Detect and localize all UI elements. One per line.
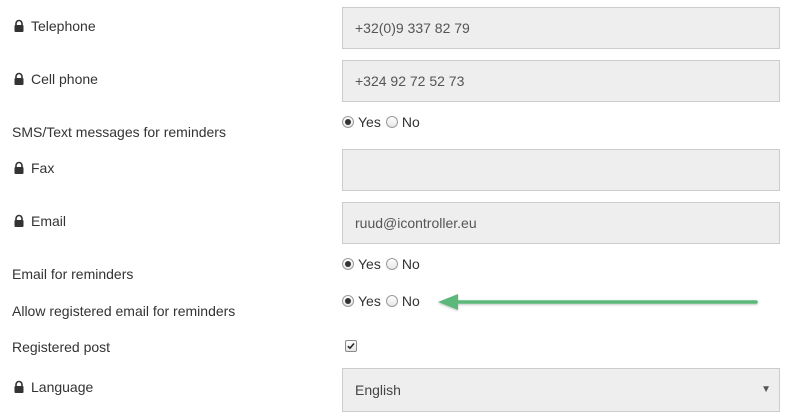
yes-option-label: Yes (358, 293, 381, 309)
lock-icon (14, 380, 24, 393)
registered-email-reminders-label: Allow registered email for reminders (12, 303, 235, 319)
fax-label-text: Fax (31, 160, 55, 176)
registered-post-label: Registered post (12, 339, 110, 355)
no-option-label: No (401, 256, 420, 272)
yes-option-label: Yes (358, 256, 381, 272)
no-option-label: No (401, 293, 420, 309)
sms-reminders-label-text: SMS/Text messages for reminders (12, 124, 226, 140)
lock-icon (14, 72, 24, 85)
no-option-label: No (401, 114, 420, 130)
language-select[interactable]: English ▼ (342, 368, 780, 412)
sms-reminders-yes-radio[interactable] (342, 116, 354, 128)
telephone-label-text: Telephone (31, 18, 96, 34)
language-select-value: English (355, 382, 401, 398)
telephone-label: Telephone (12, 18, 96, 34)
sms-reminders-label: SMS/Text messages for reminders (12, 124, 226, 140)
email-reminders-label: Email for reminders (12, 266, 133, 282)
email-label-text: Email (31, 213, 67, 229)
registered-email-reminders-radio-group: Yes No (342, 293, 420, 309)
language-label: Language (12, 379, 93, 395)
cell-phone-field[interactable]: +324 92 72 52 73 (342, 60, 780, 102)
dropdown-arrow-icon: ▼ (761, 384, 771, 395)
registered-post-label-text: Registered post (12, 339, 111, 355)
fax-field[interactable] (342, 149, 780, 191)
checkmark-icon (347, 343, 355, 350)
registered-email-reminders-yes-radio[interactable] (342, 295, 354, 307)
yes-option-label: Yes (358, 114, 381, 130)
email-reminders-no-radio[interactable] (385, 258, 398, 270)
email-reminders-radio-group: Yes No (342, 256, 420, 272)
cell-phone-label: Cell phone (12, 71, 98, 87)
email-label: Email (12, 213, 66, 229)
registered-email-reminders-label-text: Allow registered email for reminders (12, 303, 236, 319)
annotation-arrow-icon (438, 294, 758, 310)
lock-icon (14, 214, 24, 227)
registered-email-reminders-no-radio[interactable] (385, 295, 398, 307)
telephone-field[interactable]: +32(0)9 337 82 79 (342, 7, 780, 49)
sms-reminders-no-radio[interactable] (385, 116, 398, 128)
cell-phone-label-text: Cell phone (31, 71, 98, 87)
language-label-text: Language (31, 379, 94, 395)
email-reminders-label-text: Email for reminders (12, 266, 134, 282)
lock-icon (14, 19, 24, 32)
email-reminders-yes-radio[interactable] (342, 258, 354, 270)
fax-label: Fax (12, 160, 54, 176)
sms-reminders-radio-group: Yes No (342, 114, 420, 130)
registered-post-checkbox[interactable] (345, 340, 357, 352)
email-field[interactable]: ruud@icontroller.eu (342, 202, 780, 244)
lock-icon (14, 161, 24, 174)
